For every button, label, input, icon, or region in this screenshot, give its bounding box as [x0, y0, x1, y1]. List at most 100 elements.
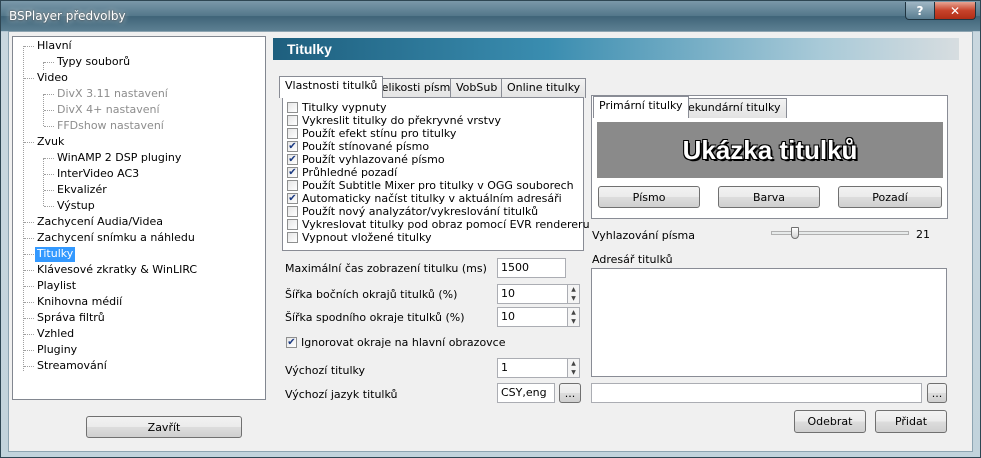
checkbox[interactable]: [287, 232, 298, 243]
tree-item-vystup[interactable]: Výstup: [55, 199, 97, 214]
smoothing-value: 21: [916, 228, 930, 241]
subs-dir-list[interactable]: [591, 268, 947, 377]
tab-online-titulky[interactable]: Online titulky: [501, 78, 587, 98]
remove-dir-button[interactable]: Odebrat: [794, 410, 866, 433]
checkbox[interactable]: ✔: [286, 337, 297, 348]
tree-item-vzhled[interactable]: Vzhled: [35, 327, 76, 342]
side-margin-label: Šířka bočních okrajů titulků (%): [285, 288, 458, 301]
option-titulky-vypnuty[interactable]: Titulky vypnuty: [287, 101, 387, 114]
option-label: Průhledné pozadí: [302, 166, 398, 179]
tree-item-pluginy[interactable]: Pluginy: [35, 343, 79, 358]
title-bar[interactable]: BSPlayer předvolby ? ✕: [1, 1, 980, 31]
settings-tree[interactable]: Hlavní Typy souborů Video DivX 3.11 nast…: [12, 36, 266, 400]
subs-dir-path-input[interactable]: [591, 383, 922, 403]
option-subtitle-mixer[interactable]: Použít Subtitle Mixer pro titulky v OGG …: [287, 179, 574, 192]
page-title: Titulky: [287, 41, 332, 57]
background-button[interactable]: Pozadí: [838, 186, 942, 208]
tree-item-winamp-dsp[interactable]: WinAMP 2 DSP pluginy: [55, 151, 183, 166]
tree-item-sprava-filtru[interactable]: Správa filtrů: [35, 311, 107, 326]
option-label: Použít efekt stínu pro titulky: [302, 127, 457, 140]
side-margin-input[interactable]: 10: [497, 284, 568, 304]
option-label: Automaticky načíst titulky v aktuálním a…: [302, 192, 562, 205]
checkbox[interactable]: [287, 180, 298, 191]
tree-item-playlist[interactable]: Playlist: [35, 279, 78, 294]
tree-item-zachyceni-snimku[interactable]: Zachycení snímku a náhledu: [35, 231, 197, 246]
max-time-label: Maximální čas zobrazení titulku (ms): [285, 262, 487, 275]
spin-up-icon[interactable]: ▲: [568, 308, 579, 317]
bottom-margin-spinner[interactable]: ▲ ▼: [567, 307, 580, 327]
option-auto-nacist[interactable]: ✔ Automaticky načíst titulky v aktuálním …: [287, 192, 562, 205]
checkbox[interactable]: [287, 206, 298, 217]
default-subs-label: Výchozí titulky: [285, 364, 366, 377]
options-panel: Titulky vypnuty Vykreslit titulky do pře…: [282, 97, 590, 251]
option-stinovane-pismo[interactable]: ✔ Použít stínované písmo: [287, 140, 429, 153]
spin-down-icon[interactable]: ▼: [568, 294, 579, 303]
option-ignorovat-okraje[interactable]: ✔ Ignorovat okraje na hlavní obrazovce: [286, 336, 506, 349]
default-subs-spinner[interactable]: ▲ ▼: [567, 358, 580, 378]
subs-dir-browse-button[interactable]: ...: [927, 383, 947, 403]
option-vypnout-vlozene[interactable]: Vypnout vložené titulky: [287, 231, 431, 244]
tree-item-divx3[interactable]: DivX 3.11 nastavení: [55, 87, 170, 102]
checkbox[interactable]: ✔: [287, 141, 298, 152]
spin-up-icon[interactable]: ▲: [568, 359, 579, 368]
tree-item-intervideo-ac3[interactable]: InterVideo AC3: [55, 167, 141, 182]
tree-item-zachyceni-audia[interactable]: Zachycení Audia/Videa: [35, 215, 165, 230]
help-button[interactable]: ?: [905, 2, 935, 20]
bottom-margin-label: Šířka spodního okraje titulků (%): [285, 311, 465, 324]
tree-item-streamovani[interactable]: Streamování: [35, 359, 109, 374]
color-button[interactable]: Barva: [718, 186, 820, 208]
option-evr-renderer[interactable]: Vykreslovat titulky pod obraz pomocí EVR…: [287, 218, 590, 231]
option-pruhledne-pozadi[interactable]: ✔ Průhledné pozadí: [287, 166, 397, 179]
close-window-button[interactable]: ✕: [934, 2, 976, 20]
spin-up-icon[interactable]: ▲: [568, 285, 579, 294]
checkbox[interactable]: [287, 102, 298, 113]
tree-item-divx4[interactable]: DivX 4+ nastavení: [55, 103, 162, 118]
spin-down-icon[interactable]: ▼: [568, 368, 579, 377]
tree-item-klavesove-zkratky[interactable]: Klávesové zkratky & WinLIRC: [35, 263, 199, 278]
tree-item-video[interactable]: Video: [35, 71, 70, 86]
option-vyhlazovane-pismo[interactable]: ✔ Použít vyhlazované písmo: [287, 153, 445, 166]
tree-item-typy-souboru[interactable]: Typy souborů: [55, 55, 132, 70]
checkbox[interactable]: ✔: [287, 193, 298, 204]
option-label: Vypnout vložené titulky: [302, 231, 432, 244]
default-lang-browse-button[interactable]: ...: [559, 383, 581, 403]
tree-item-zvuk[interactable]: Zvuk: [35, 135, 66, 150]
add-dir-button[interactable]: Přidat: [875, 410, 947, 433]
close-button[interactable]: Zavřít: [86, 416, 242, 438]
tree-item-ffdshow[interactable]: FFDshow nastavení: [55, 119, 166, 134]
option-label: Ignorovat okraje na hlavní obrazovce: [301, 336, 506, 349]
option-prekryvna-vrstva[interactable]: Vykreslit titulky do překryvné vrstvy: [287, 114, 501, 127]
checkbox[interactable]: ✔: [287, 167, 298, 178]
option-label: Vykreslovat titulky pod obraz pomocí EVR…: [302, 218, 590, 231]
option-novy-analyzator[interactable]: Použít nový analyzátor/vykreslování titu…: [287, 205, 538, 218]
font-button[interactable]: Písmo: [598, 186, 700, 208]
smoothing-label: Vyhlazování písma: [592, 229, 696, 242]
tab-sekundarni-titulky[interactable]: Sekundární titulky: [675, 98, 787, 118]
option-label: Použít nový analyzátor/vykreslování titu…: [302, 205, 539, 218]
checkbox[interactable]: [287, 115, 298, 126]
option-label: Vykreslit titulky do překryvné vrstvy: [302, 114, 501, 127]
option-label: Použít Subtitle Mixer pro titulky v OGG …: [302, 179, 574, 192]
default-subs-input[interactable]: 1: [497, 358, 568, 378]
tree-item-titulky[interactable]: Titulky: [35, 247, 76, 262]
spin-down-icon[interactable]: ▼: [568, 317, 579, 326]
option-efekt-stinu[interactable]: Použít efekt stínu pro titulky: [287, 127, 456, 140]
smoothing-slider-thumb[interactable]: [791, 227, 799, 239]
tab-vobsub[interactable]: VobSub: [450, 78, 504, 98]
side-margin-spinner[interactable]: ▲ ▼: [567, 284, 580, 304]
tree-item-knihovna-medii[interactable]: Knihovna médií: [35, 295, 124, 310]
checkbox[interactable]: [287, 219, 298, 230]
tab-primarni-titulky[interactable]: Primární titulky: [593, 96, 689, 118]
checkbox[interactable]: [287, 128, 298, 139]
default-lang-input[interactable]: CSY,eng: [497, 383, 555, 403]
tree-item-hlavni[interactable]: Hlavní: [35, 39, 74, 54]
checkbox[interactable]: ✔: [287, 154, 298, 165]
bottom-margin-input[interactable]: 10: [497, 307, 568, 327]
option-label: Použít vyhlazované písmo: [302, 153, 445, 166]
max-time-input[interactable]: 1500: [497, 258, 566, 278]
subtitle-sample: Ukázka titulků: [597, 122, 943, 178]
tree-item-ekvalizer[interactable]: Ekvalizér: [55, 183, 109, 198]
tab-vlastnosti-titulku[interactable]: Vlastnosti titulků: [279, 76, 384, 98]
default-lang-label: Výchozí jazyk titulků: [285, 388, 398, 401]
option-label: Použít stínované písmo: [302, 140, 430, 153]
